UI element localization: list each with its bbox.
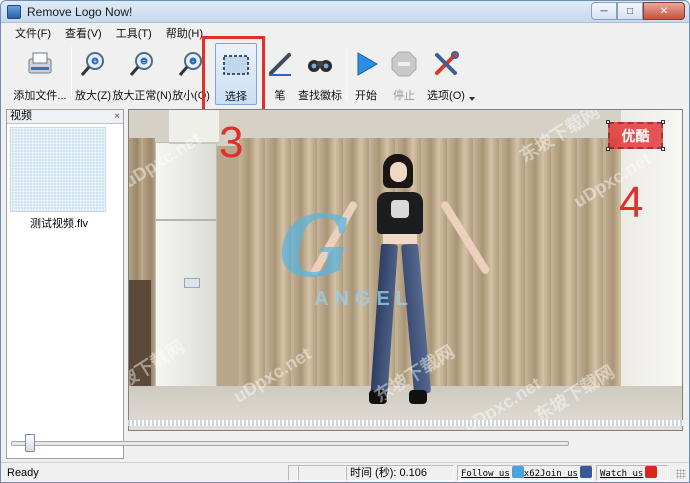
status-ready-text: Ready — [7, 467, 39, 479]
toolbar-separator — [346, 47, 347, 99]
selection-handle[interactable] — [606, 120, 610, 124]
pen-button[interactable]: 笔 — [267, 43, 293, 103]
app-icon — [7, 5, 21, 19]
video-list-panel: 视频 × 测试视频.flv — [6, 109, 124, 459]
zoom-in-button[interactable]: + 放大(Z) — [75, 43, 111, 103]
pen-label: 笔 — [274, 90, 286, 102]
fridge-panel — [184, 278, 200, 288]
zoom-normal-label: 放大正常(N) — [112, 90, 172, 102]
menu-help[interactable]: 帮助(H) — [166, 25, 203, 41]
binoculars-icon — [305, 49, 335, 79]
maximize-icon: □ — [626, 5, 634, 17]
options-label: 选项(O) — [427, 90, 465, 102]
start-button[interactable]: 开始 — [351, 43, 381, 103]
zoom-normal-icon: = — [127, 49, 157, 79]
add-file-icon — [25, 49, 55, 79]
window-controls: ─ □ ✕ — [591, 2, 685, 20]
options-icon — [431, 49, 461, 79]
video-bottom-strip — [128, 420, 683, 426]
video-panel-title: 视频 × — [7, 110, 123, 124]
dancer-shirt-print — [391, 200, 409, 218]
play-icon — [351, 49, 381, 79]
start-label: 开始 — [355, 90, 377, 102]
status-cell-empty — [288, 465, 298, 481]
selection-handle[interactable] — [661, 120, 665, 124]
twitter-icon[interactable] — [511, 466, 524, 478]
video-thumbnail-label: 测试视频.flv — [29, 218, 89, 230]
resize-grip[interactable] — [676, 469, 686, 479]
find-logo-button[interactable]: 查找徽标 — [297, 43, 343, 103]
select-highlight-box — [202, 36, 265, 114]
social-links: Follow us x62Join us — [457, 465, 593, 481]
counter-text: x62 — [523, 469, 541, 479]
menu-view[interactable]: 查看(V) — [65, 25, 102, 41]
find-logo-label: 查找徽标 — [298, 90, 342, 102]
status-cell-empty — [298, 465, 346, 481]
logo-selection-text: 优酷 — [621, 127, 650, 144]
dancer-waist — [383, 234, 417, 244]
minimize-icon: ─ — [600, 5, 608, 17]
svg-text:+: + — [93, 59, 97, 66]
zoom-in-label: 放大(Z) — [74, 90, 112, 102]
fridge-door-line — [156, 219, 216, 221]
video-logo-letter: G — [279, 197, 351, 296]
stop-button[interactable]: 停止 — [389, 43, 419, 103]
options-dropdown-arrow[interactable] — [469, 97, 475, 101]
annotation-step-3: 3 — [219, 118, 244, 167]
stop-label: 停止 — [393, 90, 415, 102]
selection-handle[interactable] — [661, 147, 665, 151]
zoom-in-icon: + — [78, 49, 108, 79]
youtube-icon[interactable] — [645, 466, 658, 478]
dancer-face — [390, 162, 407, 182]
status-time-text: 时间 (秒): 0.106 — [350, 467, 428, 479]
status-time: 时间 (秒): 0.106 — [346, 465, 454, 481]
annotation-step-4: 4 — [619, 178, 644, 227]
video-panel-title-text: 视频 — [10, 110, 32, 122]
add-file-button[interactable]: 添加文件... — [11, 43, 69, 103]
video-preview[interactable]: G ANGEL 优酷 东坡下载网 uDpxc.net uDpxc.net 东坡下… — [128, 109, 683, 431]
menu-file[interactable]: 文件(F) — [15, 25, 51, 41]
title-bar: Remove Logo Now! ─ □ ✕ — [1, 1, 689, 23]
minimize-button[interactable]: ─ — [591, 2, 617, 20]
window-title: Remove Logo Now! — [27, 5, 133, 19]
status-bar: Ready 时间 (秒): 0.106 Follow us x62Join us … — [1, 462, 689, 482]
options-button[interactable]: 选项(O) — [425, 43, 467, 103]
video-logo-subtext: ANGEL — [314, 288, 414, 310]
selection-handle[interactable] — [606, 147, 610, 151]
logo-selection-marker[interactable]: 优酷 — [608, 122, 663, 149]
watch-us-cell: Watch us — [596, 465, 668, 481]
pen-icon — [265, 49, 295, 79]
timeline-slider-track[interactable] — [11, 441, 569, 446]
toolbar-separator — [71, 47, 72, 99]
maximize-button[interactable]: □ — [617, 2, 643, 20]
close-icon: ✕ — [659, 5, 669, 17]
close-button[interactable]: ✕ — [643, 2, 685, 20]
menu-bar: 文件(F) 查看(V) 工具(T) 帮助(H) — [1, 24, 689, 42]
zoom-normal-button[interactable]: = 放大正常(N) — [112, 43, 172, 103]
menu-tools[interactable]: 工具(T) — [116, 25, 152, 41]
toolbar: 添加文件... + 放大(Z) = 放大正常(N) - 放小(O) 选择 笔 查… — [1, 43, 689, 107]
svg-text:=: = — [142, 60, 146, 66]
facebook-icon[interactable] — [579, 466, 592, 478]
watch-us-link[interactable]: Watch us — [600, 469, 643, 479]
dancer-shoe-right — [409, 390, 427, 404]
follow-us-link[interactable]: Follow us — [461, 469, 510, 479]
add-file-label: 添加文件... — [13, 90, 67, 102]
panel-close-icon[interactable]: × — [114, 110, 120, 123]
timeline-slider-thumb[interactable] — [25, 434, 35, 452]
stop-icon — [389, 49, 419, 79]
video-thumbnail[interactable] — [10, 127, 106, 212]
app-window: Remove Logo Now! ─ □ ✕ 文件(F) 查看(V) 工具(T)… — [0, 0, 690, 483]
join-us-link[interactable]: Join us — [540, 469, 578, 479]
